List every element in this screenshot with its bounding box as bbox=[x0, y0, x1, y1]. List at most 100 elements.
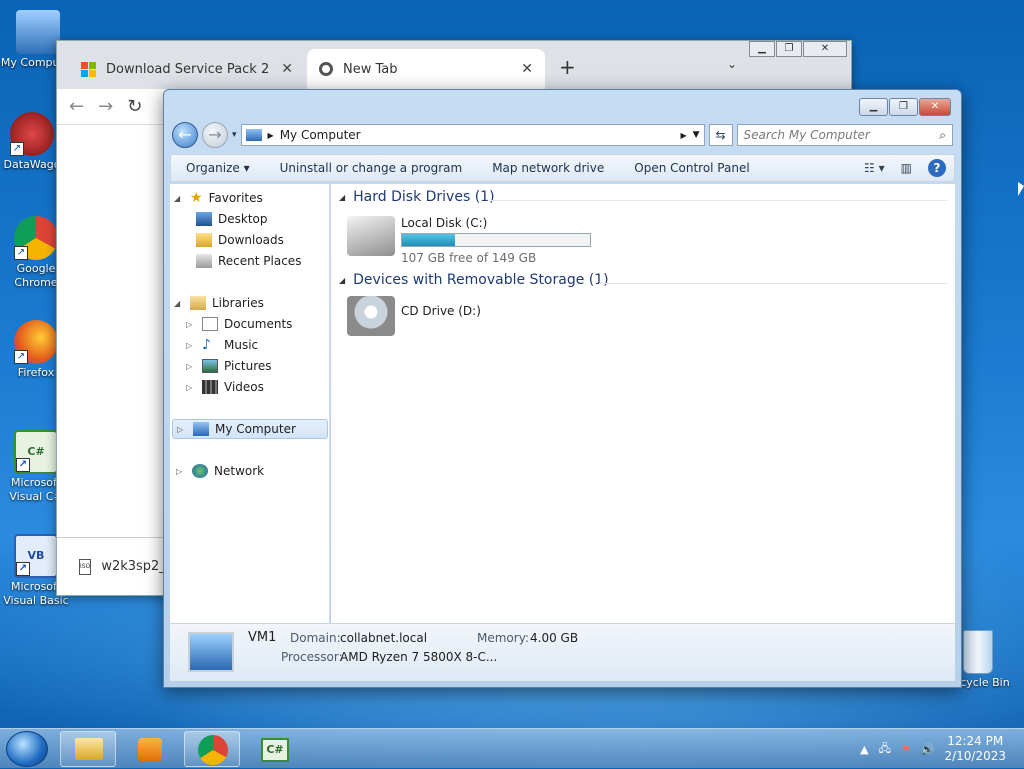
reload-icon[interactable]: ↻ bbox=[127, 96, 142, 117]
recent-pages-chevron-icon[interactable]: ▾ bbox=[232, 130, 237, 140]
preview-pane-icon[interactable]: ▥ bbox=[901, 161, 912, 175]
collapsed-arrow-icon[interactable]: ▷ bbox=[186, 383, 196, 392]
back-button[interactable]: ← bbox=[172, 122, 198, 148]
minimize-button[interactable]: ▁ bbox=[749, 41, 775, 57]
nav-recent-places[interactable]: Recent Places bbox=[196, 251, 301, 271]
download-file-name: w2k3sp2_ bbox=[101, 559, 166, 574]
drive-usage-bar bbox=[401, 233, 591, 247]
organize-button[interactable]: Organize ▾ bbox=[171, 161, 265, 175]
tab-search-chevron-icon[interactable]: ⌄ bbox=[727, 57, 737, 71]
drive-local-disk-c[interactable]: Local Disk (C:) 107 GB free of 149 GB bbox=[347, 216, 591, 265]
breadcrumb-chevron-icon[interactable]: ▶ bbox=[680, 131, 686, 140]
nav-my-computer[interactable]: ▷ My Computer bbox=[172, 419, 328, 439]
close-tab-icon[interactable]: ✕ bbox=[521, 61, 533, 77]
action-center-flag-icon[interactable]: ⚑ bbox=[901, 743, 911, 756]
collapsed-arrow-icon[interactable]: ▷ bbox=[186, 362, 196, 371]
visual-csharp-icon: C# ↗ bbox=[14, 430, 58, 474]
group-title: Devices with Removable Storage (1) bbox=[353, 272, 609, 288]
change-view-icon[interactable]: ☷ ▾ bbox=[864, 161, 885, 175]
collapsed-arrow-icon[interactable]: ▷ bbox=[186, 341, 196, 350]
collapsed-arrow-icon[interactable]: ▷ bbox=[177, 425, 187, 434]
forward-button[interactable]: → bbox=[202, 122, 228, 148]
shortcut-arrow-icon: ↗ bbox=[10, 142, 24, 156]
nav-label: Documents bbox=[224, 317, 293, 331]
expanded-arrow-icon[interactable]: ◢ bbox=[174, 299, 184, 308]
collapsed-arrow-icon[interactable]: ▷ bbox=[186, 320, 196, 329]
firefox-icon: ↗ bbox=[14, 320, 58, 364]
nav-videos[interactable]: ▷ Videos bbox=[186, 377, 264, 397]
desktop-icon bbox=[196, 212, 212, 226]
chrome-tab-service-pack[interactable]: Download Service Pack 2 for Win ✕ bbox=[69, 49, 305, 89]
forward-arrow-icon[interactable]: → bbox=[98, 96, 113, 117]
nav-favorites[interactable]: ◢ ★ Favorites bbox=[174, 188, 263, 208]
breadcrumb-my-computer[interactable]: My Computer bbox=[280, 128, 675, 142]
address-dropdown-icon[interactable]: ▼ bbox=[693, 130, 700, 140]
maximize-button[interactable]: ❐ bbox=[776, 41, 802, 57]
nav-documents[interactable]: ▷ Documents bbox=[186, 314, 292, 334]
hard-disk-icon bbox=[347, 216, 395, 256]
taskbar-explorer[interactable] bbox=[60, 731, 116, 767]
new-tab-button[interactable]: + bbox=[559, 55, 576, 79]
group-header-removable[interactable]: ◢ Devices with Removable Storage (1) bbox=[339, 272, 609, 288]
clock-time: 12:24 PM bbox=[947, 734, 1004, 748]
volume-icon[interactable]: 🔊 bbox=[921, 743, 935, 756]
computer-name: VM1 bbox=[248, 630, 277, 645]
recycle-bin-icon bbox=[963, 630, 993, 674]
details-pane: VM1 Domain: collabnet.local Memory: 4.00… bbox=[170, 623, 955, 681]
nav-downloads[interactable]: Downloads bbox=[196, 230, 284, 250]
maximize-button[interactable]: ❐ bbox=[889, 98, 918, 116]
network-status-icon[interactable]: 🖧 bbox=[879, 740, 891, 759]
taskbar-visual-csharp[interactable]: C# bbox=[246, 731, 302, 767]
minimize-button[interactable]: ▁ bbox=[859, 98, 888, 116]
nav-network[interactable]: ▷ Network bbox=[176, 461, 264, 481]
uninstall-program-button[interactable]: Uninstall or change a program bbox=[265, 161, 478, 175]
pictures-icon bbox=[202, 359, 218, 373]
explorer-window: ▁ ❐ ✕ ← → ▾ ▶ My Computer ▶ ▼ ⇆ Search M… bbox=[163, 89, 962, 688]
show-hidden-icons-icon[interactable]: ▲ bbox=[860, 743, 868, 756]
clock[interactable]: 12:24 PM 2/10/2023 bbox=[944, 734, 1006, 764]
help-icon[interactable]: ? bbox=[928, 159, 946, 177]
content-pane: ◢ Hard Disk Drives (1) Local Disk (C:) 1… bbox=[331, 184, 955, 627]
nav-libraries[interactable]: ◢ Libraries bbox=[174, 293, 264, 313]
map-network-drive-button[interactable]: Map network drive bbox=[477, 161, 619, 175]
nav-label: Pictures bbox=[224, 359, 272, 373]
refresh-button[interactable]: ⇆ bbox=[708, 124, 733, 146]
nav-label: Downloads bbox=[218, 233, 284, 247]
processor-value: AMD Ryzen 7 5800X 8-C... bbox=[340, 650, 498, 664]
network-icon bbox=[192, 464, 208, 478]
close-tab-icon[interactable]: ✕ bbox=[281, 61, 293, 77]
back-arrow-icon[interactable]: ← bbox=[69, 96, 84, 117]
folder-icon bbox=[75, 738, 103, 760]
nav-pictures[interactable]: ▷ Pictures bbox=[186, 356, 272, 376]
breadcrumb-separator-icon: ▶ bbox=[267, 130, 274, 140]
close-button[interactable]: ✕ bbox=[803, 41, 847, 57]
download-bar-item[interactable]: ISO w2k3sp2_ bbox=[57, 537, 166, 595]
group-collapse-icon[interactable]: ◢ bbox=[339, 276, 345, 285]
expanded-arrow-icon[interactable]: ◢ bbox=[174, 194, 184, 203]
memory-value: 4.00 GB bbox=[530, 631, 579, 645]
taskbar-chrome[interactable] bbox=[184, 731, 240, 767]
taskbar-media-player[interactable] bbox=[121, 731, 177, 767]
nav-music[interactable]: ▷ ♪ Music bbox=[186, 335, 258, 355]
iso-file-icon: ISO bbox=[79, 558, 92, 575]
recent-places-icon bbox=[196, 254, 212, 268]
group-collapse-icon[interactable]: ◢ bbox=[339, 193, 345, 202]
shortcut-arrow-icon: ↗ bbox=[14, 350, 28, 364]
group-divider bbox=[491, 200, 947, 201]
documents-icon bbox=[202, 317, 218, 331]
nav-desktop[interactable]: Desktop bbox=[196, 209, 268, 229]
open-control-panel-button[interactable]: Open Control Panel bbox=[619, 161, 764, 175]
search-input[interactable]: Search My Computer ⌕ bbox=[736, 124, 953, 146]
drive-name: CD Drive (D:) bbox=[401, 304, 481, 318]
drive-usage-fill bbox=[402, 234, 455, 246]
drive-cd-d[interactable]: CD Drive (D:) bbox=[347, 296, 481, 336]
group-header-hard-disks[interactable]: ◢ Hard Disk Drives (1) bbox=[339, 189, 495, 205]
chrome-tab-new-tab[interactable]: New Tab ✕ bbox=[307, 49, 545, 89]
taskbar: C# ▲ 🖧 ⚑ 🔊 12:24 PM 2/10/2023 bbox=[0, 728, 1024, 768]
nav-label: Desktop bbox=[218, 212, 268, 226]
close-button[interactable]: ✕ bbox=[919, 98, 951, 116]
collapsed-arrow-icon[interactable]: ▷ bbox=[176, 467, 186, 476]
address-bar[interactable]: ▶ My Computer ▶ ▼ bbox=[240, 124, 705, 146]
group-divider bbox=[599, 283, 947, 284]
start-button[interactable] bbox=[6, 731, 48, 767]
